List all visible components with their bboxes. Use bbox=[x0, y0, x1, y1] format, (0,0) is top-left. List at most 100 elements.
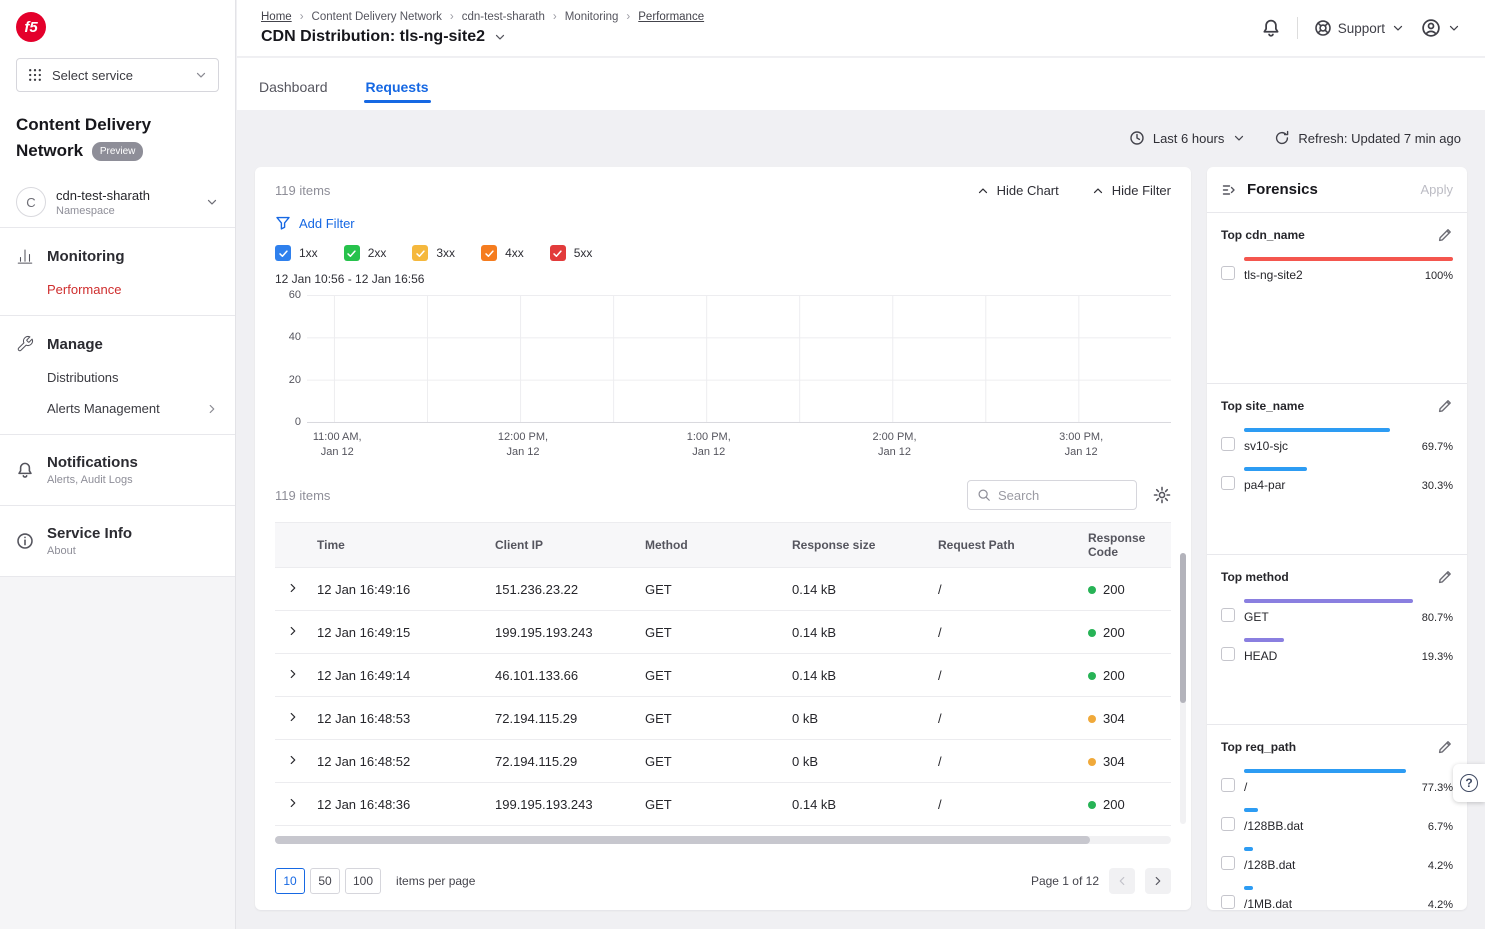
horizontal-scrollbar[interactable] bbox=[275, 836, 1171, 844]
forensics-item-pct: 77.3% bbox=[1422, 782, 1453, 794]
add-filter-label: Add Filter bbox=[299, 216, 355, 231]
table-row[interactable]: 12 Jan 16:49:15 199.195.193.243 GET 0.14… bbox=[275, 611, 1171, 654]
search-icon bbox=[977, 488, 991, 502]
table-row[interactable]: 12 Jan 16:48:53 72.194.115.29 GET 0 kB /… bbox=[275, 697, 1171, 740]
table-row[interactable]: 12 Jan 16:49:16 151.236.23.22 GET 0.14 k… bbox=[275, 568, 1171, 611]
expand-row-icon[interactable] bbox=[286, 624, 300, 638]
hide-chart-toggle[interactable]: Hide Chart bbox=[976, 183, 1059, 198]
expand-row-icon[interactable] bbox=[286, 796, 300, 810]
pencil-icon[interactable] bbox=[1437, 398, 1453, 414]
pencil-icon[interactable] bbox=[1437, 569, 1453, 585]
sidebar-item-performance[interactable]: Performance bbox=[0, 274, 235, 305]
vertical-scrollbar-thumb[interactable] bbox=[1180, 553, 1186, 703]
section-title: Top req_path bbox=[1221, 740, 1296, 754]
tab-dashboard[interactable]: Dashboard bbox=[257, 79, 330, 110]
page-size-50-button[interactable]: 50 bbox=[310, 868, 340, 894]
forensics-item-name: HEAD bbox=[1244, 649, 1277, 663]
chevron-down-icon[interactable] bbox=[493, 30, 507, 44]
forensics-item-checkbox[interactable] bbox=[1221, 856, 1235, 870]
horizontal-scrollbar-thumb[interactable] bbox=[275, 836, 1090, 844]
expand-row-icon[interactable] bbox=[286, 753, 300, 767]
forensics-item-checkbox[interactable] bbox=[1221, 778, 1235, 792]
collapse-panel-icon[interactable] bbox=[1221, 182, 1237, 198]
sidebar-item-notifications[interactable]: Notifications Alerts, Audit Logs bbox=[0, 445, 235, 495]
label-5xx: 5xx bbox=[574, 246, 593, 260]
breadcrumb-monitoring[interactable]: Monitoring bbox=[565, 11, 619, 23]
prev-page-button[interactable] bbox=[1109, 868, 1135, 894]
sidebar-item-service-info[interactable]: Service Info About bbox=[0, 516, 235, 566]
next-page-button[interactable] bbox=[1145, 868, 1171, 894]
status-dot bbox=[1088, 715, 1096, 723]
forensics-item-checkbox[interactable] bbox=[1221, 895, 1235, 909]
table-row[interactable]: 12 Jan 16:49:14 46.101.133.66 GET 0.14 k… bbox=[275, 654, 1171, 697]
vertical-scrollbar[interactable] bbox=[1180, 553, 1186, 824]
chevron-right-icon bbox=[1151, 874, 1165, 888]
f5-logo[interactable]: f5 bbox=[16, 12, 46, 42]
forensics-item-checkbox[interactable] bbox=[1221, 608, 1235, 622]
expand-row-icon[interactable] bbox=[286, 710, 300, 724]
support-menu[interactable]: Support bbox=[1314, 19, 1405, 37]
breadcrumb-performance[interactable]: Performance bbox=[638, 11, 704, 23]
forensics-item-checkbox[interactable] bbox=[1221, 476, 1235, 490]
page-size-10-button[interactable]: 10 bbox=[275, 868, 305, 894]
checkbox-4xx[interactable] bbox=[481, 245, 497, 261]
checkbox-5xx[interactable] bbox=[550, 245, 566, 261]
checkbox-2xx[interactable] bbox=[344, 245, 360, 261]
forensics-item-pct: 69.7% bbox=[1422, 441, 1453, 453]
forensics-item: sv10-sjc69.7% bbox=[1221, 428, 1453, 453]
pencil-icon[interactable] bbox=[1437, 227, 1453, 243]
expand-row-icon[interactable] bbox=[286, 667, 300, 681]
chart-plot-area: 60 40 20 0 bbox=[307, 295, 1171, 423]
page-size-100-button[interactable]: 100 bbox=[345, 868, 381, 894]
pencil-icon[interactable] bbox=[1437, 739, 1453, 755]
breadcrumb-home[interactable]: Home bbox=[261, 11, 292, 23]
cell-client-ip: 151.236.23.22 bbox=[489, 568, 639, 611]
namespace-avatar: C bbox=[16, 187, 46, 217]
y-axis-tick: 20 bbox=[275, 374, 301, 386]
cell-time: 12 Jan 16:49:14 bbox=[311, 654, 489, 697]
namespace-selector[interactable]: C cdn-test-sharath Namespace bbox=[0, 177, 235, 227]
apply-button[interactable]: Apply bbox=[1420, 182, 1453, 197]
checkbox-3xx[interactable] bbox=[412, 245, 428, 261]
refresh-button[interactable]: Refresh: Updated 7 min ago bbox=[1274, 130, 1461, 146]
expand-row-icon[interactable] bbox=[286, 581, 300, 595]
refresh-label: Refresh: Updated 7 min ago bbox=[1298, 131, 1461, 146]
forensics-item-checkbox[interactable] bbox=[1221, 817, 1235, 831]
help-button[interactable]: ? bbox=[1453, 764, 1485, 802]
forensics-item-checkbox[interactable] bbox=[1221, 647, 1235, 661]
sidebar-item-monitoring[interactable]: Monitoring bbox=[0, 238, 235, 274]
cell-response-size: 0.14 kB bbox=[786, 611, 932, 654]
table-row[interactable]: 12 Jan 16:48:52 72.194.115.29 GET 0 kB /… bbox=[275, 740, 1171, 783]
status-filter-1xx: 1xx bbox=[275, 245, 318, 261]
add-filter-button[interactable]: Add Filter bbox=[275, 215, 355, 231]
breadcrumb-namespace[interactable]: cdn-test-sharath bbox=[462, 11, 545, 23]
hide-filter-toggle[interactable]: Hide Filter bbox=[1091, 183, 1171, 198]
nav-group-service-info: Service Info About bbox=[0, 506, 235, 576]
cell-client-ip: 72.194.115.29 bbox=[489, 697, 639, 740]
tab-requests[interactable]: Requests bbox=[364, 79, 431, 110]
forensics-item-checkbox[interactable] bbox=[1221, 266, 1235, 280]
search-input[interactable] bbox=[998, 488, 1127, 503]
sidebar-item-manage[interactable]: Manage bbox=[0, 326, 235, 362]
table-settings-button[interactable] bbox=[1153, 486, 1171, 504]
checkbox-1xx[interactable] bbox=[275, 245, 291, 261]
sidebar-item-alerts-management[interactable]: Alerts Management bbox=[0, 393, 235, 424]
table-zone: Time Client IP Method Response size Requ… bbox=[275, 522, 1171, 826]
nav-group-manage: Manage Distributions Alerts Management bbox=[0, 316, 235, 434]
notifications-bell-button[interactable] bbox=[1261, 18, 1281, 38]
table-row[interactable]: 12 Jan 16:48:36 199.195.193.243 GET 0.14… bbox=[275, 783, 1171, 826]
forensics-item-checkbox[interactable] bbox=[1221, 437, 1235, 451]
forensics-section-cdn-name: Top cdn_name tls-ng-site2100% bbox=[1207, 213, 1467, 384]
logo-row: f5 bbox=[0, 0, 235, 50]
time-range-label: Last 6 hours bbox=[1153, 131, 1225, 146]
cell-method: GET bbox=[639, 740, 786, 783]
time-range-dropdown[interactable]: Last 6 hours bbox=[1129, 130, 1247, 146]
person-icon bbox=[1421, 18, 1441, 38]
requests-panel: 119 items Hide Chart Hide Filter Add Fil… bbox=[255, 167, 1191, 910]
forensics-item-bar bbox=[1244, 886, 1253, 890]
lifebuoy-icon bbox=[1314, 19, 1332, 37]
breadcrumb-cdn[interactable]: Content Delivery Network bbox=[312, 11, 442, 23]
select-service-dropdown[interactable]: Select service bbox=[16, 58, 219, 92]
sidebar-item-distributions[interactable]: Distributions bbox=[0, 362, 235, 393]
account-menu[interactable] bbox=[1421, 18, 1461, 38]
